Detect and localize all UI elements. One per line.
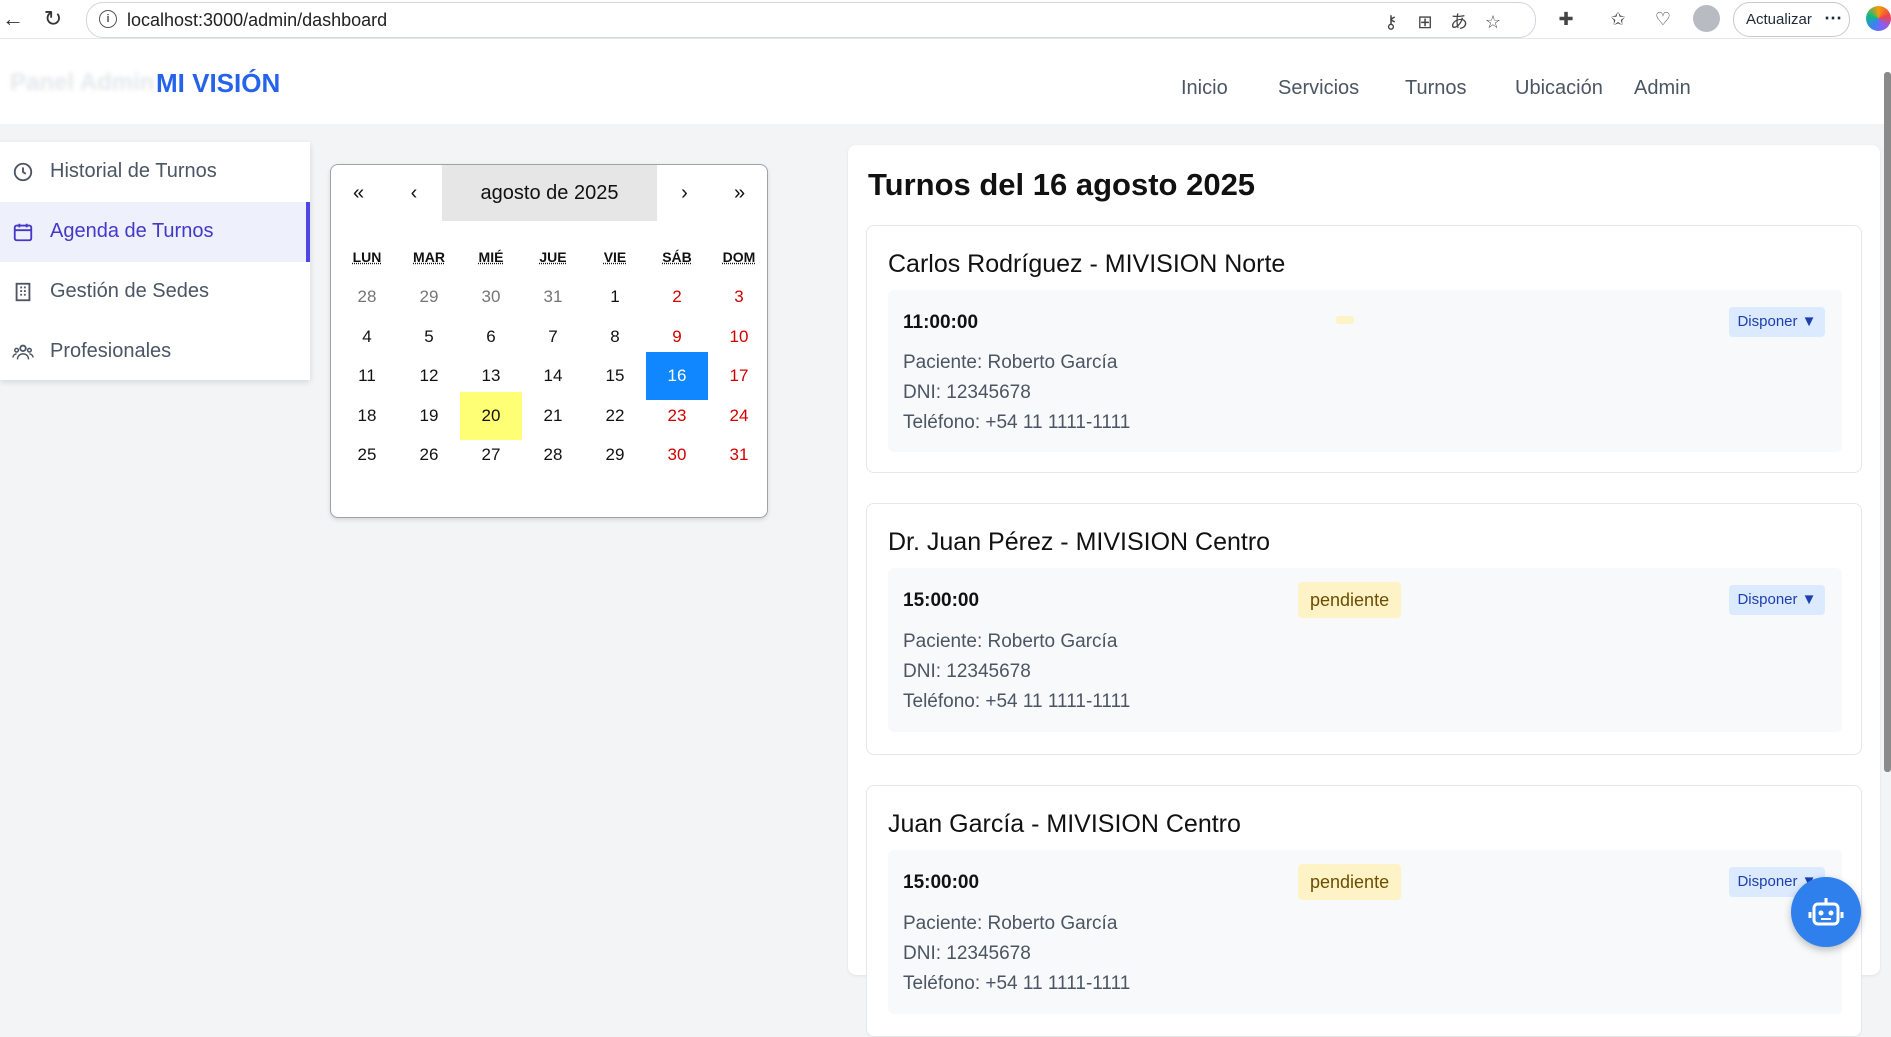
nav-link-ubicacion[interactable]: Ubicación xyxy=(1515,77,1603,100)
prev-month-button[interactable]: ‹ xyxy=(386,165,442,221)
patient-name: Paciente: Roberto García xyxy=(903,352,1117,374)
calendar-month-label[interactable]: agosto de 2025 xyxy=(442,165,657,221)
prev-year-button[interactable]: « xyxy=(331,165,386,221)
appointments-title: Turnos del 16 agosto 2025 xyxy=(868,167,1255,203)
status-badge: pendiente xyxy=(1298,864,1401,900)
favorites-list-icon[interactable]: ✩ xyxy=(1607,8,1629,30)
more-options-icon[interactable]: ⋯ xyxy=(1824,8,1842,29)
professional-location-title: Dr. Juan Pérez - MIVISION Centro xyxy=(888,528,1270,557)
weekday-label: VIE xyxy=(584,249,646,265)
patient-dni: DNI: 12345678 xyxy=(903,661,1031,683)
robot-icon xyxy=(1808,894,1844,930)
chatbot-button[interactable] xyxy=(1791,877,1861,947)
status-badge xyxy=(1336,316,1354,324)
sidebar-item-label: Agenda de Turnos xyxy=(50,220,213,243)
patient-name: Paciente: Roberto García xyxy=(903,913,1117,935)
update-label: Actualizar xyxy=(1746,11,1812,28)
update-button[interactable]: Actualizar ⋯ xyxy=(1733,2,1850,37)
refresh-icon[interactable]: ↻ xyxy=(40,6,66,32)
appointment-card: Carlos Rodríguez - MIVISION Norte 11:00:… xyxy=(866,225,1862,473)
calendar-day[interactable]: 26 xyxy=(398,431,460,479)
back-arrow-icon[interactable]: ← xyxy=(0,6,26,32)
calendar-day[interactable]: 25 xyxy=(336,431,398,479)
url-text[interactable]: localhost:3000/admin/dashboard xyxy=(127,10,387,31)
patient-phone: Teléfono: +54 11 1111-1111 xyxy=(903,412,1130,434)
weekday-label: SÁB xyxy=(646,249,708,265)
ghost-panel-title: Panel Admin xyxy=(10,69,154,97)
sidebar-item-profesionales[interactable]: Profesionales xyxy=(0,322,310,382)
patient-phone: Teléfono: +54 11 1111-1111 xyxy=(903,691,1130,713)
page-scrollbar[interactable] xyxy=(1884,72,1891,772)
address-bar[interactable]: i localhost:3000/admin/dashboard ⚷ ⊞ あ ☆ xyxy=(86,2,1536,38)
slot-time: 11:00:00 xyxy=(903,312,978,334)
profile-avatar[interactable] xyxy=(1693,5,1720,32)
calendar-day[interactable]: 28 xyxy=(522,431,584,479)
patient-dni: DNI: 12345678 xyxy=(903,382,1031,404)
sidebar-item-label: Profesionales xyxy=(50,340,171,363)
site-header: Panel Admin MI VISIÓN Inicio Servicios T… xyxy=(0,39,1891,124)
building-icon xyxy=(12,281,34,303)
calendar-day[interactable]: 30 xyxy=(646,431,708,479)
patient-phone: Teléfono: +54 11 1111-1111 xyxy=(903,973,1130,995)
sidebar-item-sedes[interactable]: Gestión de Sedes xyxy=(0,262,310,322)
weekday-label: DOM xyxy=(708,249,770,265)
appointments-panel: Turnos del 16 agosto 2025 Carlos Rodrígu… xyxy=(848,145,1880,975)
calendar-icon xyxy=(12,221,34,243)
nav-link-turnos[interactable]: Turnos xyxy=(1405,77,1467,100)
sidebar-item-agenda[interactable]: Agenda de Turnos xyxy=(0,202,310,262)
extensions-icon[interactable]: ✚ xyxy=(1555,8,1577,30)
site-info-icon[interactable]: i xyxy=(99,10,117,28)
status-badge: pendiente xyxy=(1298,582,1401,618)
weekday-label: LUN xyxy=(336,249,398,265)
appointment-slot: 15:00:00 pendiente Disponer ▼ Paciente: … xyxy=(888,568,1842,732)
next-month-button[interactable]: › xyxy=(657,165,712,221)
slot-time: 15:00:00 xyxy=(903,590,979,612)
appointment-slot: 11:00:00 Disponer ▼ Paciente: Roberto Ga… xyxy=(888,290,1842,452)
disponer-dropdown-button[interactable]: Disponer ▼ xyxy=(1729,585,1825,615)
clock-icon xyxy=(12,161,34,183)
nav-link-inicio[interactable]: Inicio xyxy=(1181,77,1228,100)
brand-logo-text[interactable]: MI VISIÓN xyxy=(156,68,280,99)
nav-link-admin[interactable]: Admin xyxy=(1634,77,1691,100)
sidebar-item-label: Gestión de Sedes xyxy=(50,280,209,303)
sidebar-item-label: Historial de Turnos xyxy=(50,160,217,183)
weekday-label: JUE xyxy=(522,249,584,265)
appointment-card: Juan García - MIVISION Centro 15:00:00 p… xyxy=(866,785,1862,1037)
patient-name: Paciente: Roberto García xyxy=(903,631,1117,653)
calendar-day[interactable]: 31 xyxy=(708,431,770,479)
health-heart-icon[interactable]: ♡ xyxy=(1652,8,1674,30)
appointment-card: Dr. Juan Pérez - MIVISION Centro 15:00:0… xyxy=(866,503,1862,755)
appointment-slot: 15:00:00 pendiente Disponer ▼ Paciente: … xyxy=(888,850,1842,1014)
copilot-icon[interactable] xyxy=(1866,6,1891,31)
professional-location-title: Carlos Rodríguez - MIVISION Norte xyxy=(888,250,1285,279)
nav-link-servicios[interactable]: Servicios xyxy=(1278,77,1359,100)
professional-location-title: Juan García - MIVISION Centro xyxy=(888,810,1241,839)
slot-time: 15:00:00 xyxy=(903,872,979,894)
next-year-button[interactable]: » xyxy=(712,165,767,221)
calendar-day[interactable]: 29 xyxy=(584,431,646,479)
weekday-label: MAR xyxy=(398,249,460,265)
key-icon[interactable]: ⚷ xyxy=(1380,11,1402,33)
sidebar-item-historial[interactable]: Historial de Turnos xyxy=(0,142,310,202)
apps-icon[interactable]: ⊞ xyxy=(1414,11,1436,33)
translate-icon[interactable]: あ xyxy=(1448,11,1470,33)
weekday-label: MIÉ xyxy=(460,249,522,265)
browser-toolbar: ← ↻ i localhost:3000/admin/dashboard ⚷ ⊞… xyxy=(0,0,1891,39)
users-icon xyxy=(12,341,34,363)
calendar-day[interactable]: 27 xyxy=(460,431,522,479)
admin-sidebar: Historial de Turnos Agenda de Turnos Ges… xyxy=(0,142,310,380)
date-calendar: « ‹ agosto de 2025 › » LUN MAR MIÉ JUE VIE SÁ… xyxy=(330,164,768,518)
disponer-dropdown-button[interactable]: Disponer ▼ xyxy=(1729,307,1825,337)
favorite-star-icon[interactable]: ☆ xyxy=(1482,11,1504,33)
